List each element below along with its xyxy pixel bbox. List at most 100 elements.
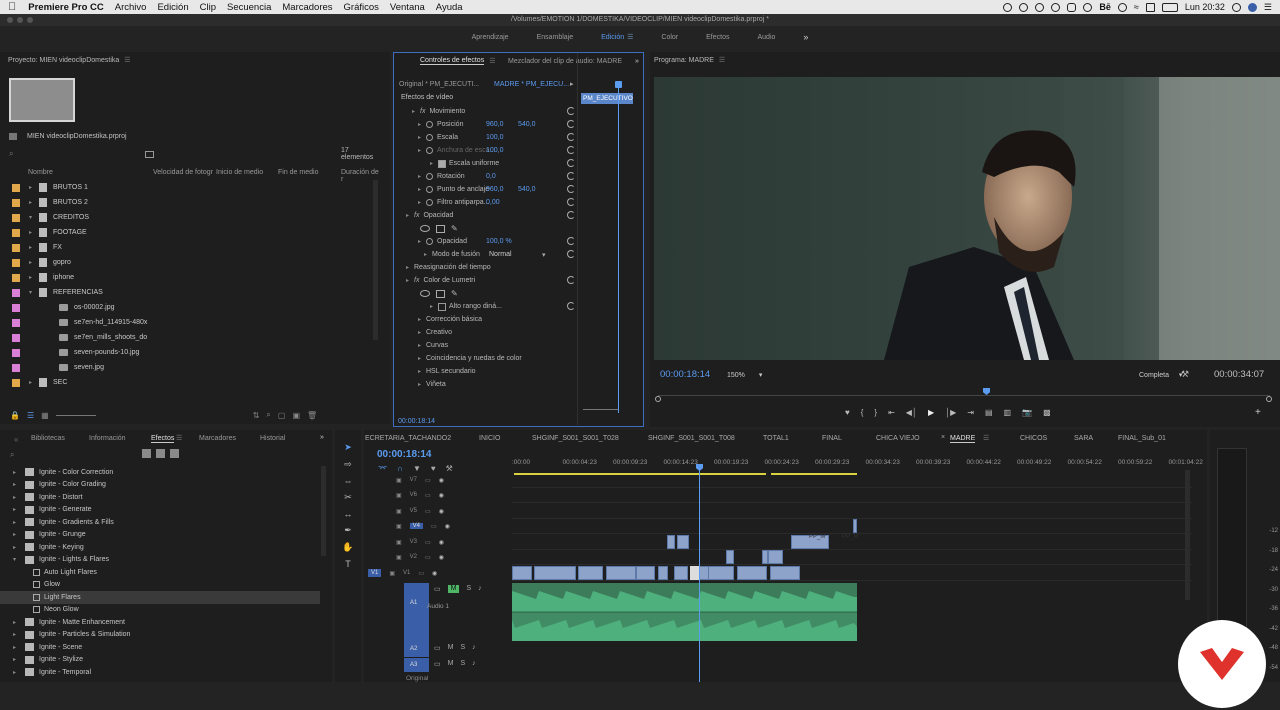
timeline-timecode[interactable]: 00:00:18:14 <box>377 449 431 460</box>
disclosure-triangle-icon[interactable]: ▸ <box>13 631 23 638</box>
property-value-2[interactable]: 540,0 <box>518 186 536 193</box>
track-select-tool-icon[interactable]: ⇨ <box>344 459 352 470</box>
effect-property-row[interactable]: ▸ Curvas <box>394 339 579 352</box>
disclosure-triangle-icon[interactable]: ▸ <box>13 619 23 626</box>
go-to-out-icon[interactable]: ⇥ <box>967 408 974 417</box>
reset-icon[interactable] <box>567 198 575 206</box>
disclosure-triangle-icon[interactable]: ▸ <box>29 199 39 206</box>
playhead-handle[interactable] <box>615 81 622 88</box>
effect-property-row[interactable]: ▸ Coincidencia y ruedas de color <box>394 352 579 365</box>
tab-informacion[interactable]: Información <box>89 435 126 442</box>
menu-ayuda[interactable]: Ayuda <box>436 2 463 13</box>
toggle-sync-icon[interactable]: ▭ <box>434 585 441 593</box>
mark-in-icon[interactable]: { <box>861 408 864 417</box>
disclosure-triangle-icon[interactable]: ▸ <box>13 669 23 676</box>
effect-list-item[interactable]: ▸ Ignite - Grunge <box>0 529 320 542</box>
project-item[interactable]: ▾ REFERENCIAS <box>0 285 382 300</box>
video-clip[interactable] <box>768 550 783 564</box>
reset-icon[interactable] <box>567 250 575 258</box>
toggle-sync-icon[interactable]: ▭ <box>434 660 441 668</box>
effect-property-row[interactable]: ▸ Escala uniforme <box>394 157 579 170</box>
effect-list-item[interactable]: ▸ Ignite - Particles & Simulation <box>0 629 320 642</box>
project-item[interactable]: ▸seven-pounds-10.jpg <box>0 345 382 360</box>
info-icon[interactable] <box>1051 2 1061 12</box>
effect-property-row[interactable]: ▸ fx Movimiento <box>394 105 579 118</box>
panel-menu-icon[interactable]: ☰ <box>124 56 130 64</box>
toggle-sync-icon[interactable]: ▭ <box>425 508 431 515</box>
close-tab-icon[interactable]: × <box>941 434 945 441</box>
quality-select[interactable]: Completa ▾ <box>1139 371 1182 379</box>
video-clip[interactable] <box>606 566 636 580</box>
sequence-tab[interactable]: FINAL <box>822 435 842 442</box>
mask-shape-row[interactable]: ✎ <box>394 222 579 235</box>
disclosure-triangle-icon[interactable]: ▸ <box>29 274 39 281</box>
reset-icon[interactable] <box>567 107 575 115</box>
disclosure-triangle-icon[interactable]: ▸ <box>13 544 23 551</box>
disclosure-triangle-icon[interactable]: ▸ <box>406 264 414 271</box>
sequence-tab[interactable]: SHGINF_S001_S001_T028 <box>532 435 619 442</box>
new-bin-icon[interactable] <box>145 150 154 158</box>
blend-mode-select[interactable]: Normal <box>489 251 512 258</box>
zoom-window-button[interactable] <box>27 17 33 23</box>
mark-out-icon[interactable]: } <box>874 408 877 417</box>
timeline-playhead[interactable] <box>699 464 700 682</box>
lock-track-icon[interactable]: ▣ <box>389 570 395 577</box>
reset-icon[interactable] <box>567 276 575 284</box>
search-icon[interactable]: ⌕ <box>9 149 13 159</box>
search-icon[interactable]: ⌕ <box>10 450 14 460</box>
effect-list-item[interactable]: ▸ Ignite - Gradients & Fills <box>0 516 320 529</box>
workspace-edicion[interactable]: Edición ☰ <box>587 33 647 41</box>
effect-property-row[interactable]: ▸ Corrección básica <box>394 313 579 326</box>
stopwatch-icon[interactable] <box>426 199 433 206</box>
property-value-2[interactable]: 540,0 <box>518 121 536 128</box>
disclosure-triangle-icon[interactable]: ▸ <box>13 469 23 476</box>
wrench-icon[interactable]: ⚒ <box>1181 369 1189 380</box>
disclosure-triangle-icon[interactable]: ▸ <box>29 229 39 236</box>
record-icon[interactable] <box>1003 2 1013 12</box>
reset-icon[interactable] <box>567 185 575 193</box>
effect-list-item[interactable]: Light Flares <box>0 591 320 604</box>
video-clip[interactable] <box>512 566 532 580</box>
effect-property-row[interactable]: ▸ Creativo <box>394 326 579 339</box>
reset-icon[interactable] <box>567 237 575 245</box>
rectangle-mask-icon[interactable] <box>436 289 445 298</box>
new-item-icon[interactable]: ▣ <box>292 411 300 420</box>
disclosure-triangle-icon[interactable]: ▸ <box>29 184 39 191</box>
toggle-sync-icon[interactable]: ▭ <box>425 554 431 561</box>
ripple-edit-tool-icon[interactable]: ⇔ <box>344 476 353 486</box>
workspace-more-button[interactable]: » <box>789 32 822 42</box>
program-video-frame[interactable] <box>654 77 1280 360</box>
reset-icon[interactable] <box>567 159 575 167</box>
checkbox[interactable] <box>438 302 446 311</box>
eye-icon[interactable]: ◉ <box>439 477 444 484</box>
project-item[interactable]: ▸seven.jpg <box>0 360 382 375</box>
disclosure-triangle-icon[interactable]: ▸ <box>418 134 426 141</box>
effect-list-item[interactable]: Neon Glow <box>0 604 320 617</box>
ellipse-mask-icon[interactable] <box>420 290 430 297</box>
disclosure-triangle-icon[interactable]: ▸ <box>13 656 23 663</box>
program-timecode[interactable]: 00:00:18:14 <box>660 369 710 380</box>
property-value-1[interactable]: 100,0 <box>486 147 504 154</box>
property-value-1[interactable]: 0,00 <box>486 199 500 206</box>
new-bin-icon[interactable]: ▢ <box>278 411 286 420</box>
disclosure-triangle-icon[interactable]: ▸ <box>418 199 426 206</box>
disclosure-triangle-icon[interactable]: ▸ <box>29 259 39 266</box>
col-fin[interactable]: Fin de medio <box>278 169 318 176</box>
toggle-sync-icon[interactable]: ▭ <box>431 523 437 530</box>
project-item[interactable]: ▸ iphone <box>0 270 382 285</box>
effect-property-row[interactable]: ▸ Rotación 0,0 <box>394 170 579 183</box>
reset-icon[interactable] <box>567 120 575 128</box>
disclosure-triangle-icon[interactable]: ▸ <box>13 519 23 526</box>
accelerated-effects-icon[interactable] <box>142 449 151 458</box>
fx-icon[interactable]: fx <box>414 212 419 219</box>
effect-list-item[interactable]: ▸ Ignite - Stylize <box>0 654 320 667</box>
effect-property-row[interactable]: ▸ Opacidad 100,0 % <box>394 235 579 248</box>
stopwatch-icon[interactable] <box>426 186 433 193</box>
col-velocidad[interactable]: Velocidad de fotogr <box>153 169 213 176</box>
video-clip[interactable] <box>667 535 675 549</box>
expand-arrow-icon[interactable]: ▸ <box>570 80 574 88</box>
effect-list-item[interactable]: ▸ Ignite - Temporal <box>0 666 320 679</box>
project-item[interactable]: ▾ CREDITOS <box>0 210 382 225</box>
zoom-slider[interactable] <box>55 415 96 416</box>
type-tool-icon[interactable]: T <box>345 559 351 569</box>
